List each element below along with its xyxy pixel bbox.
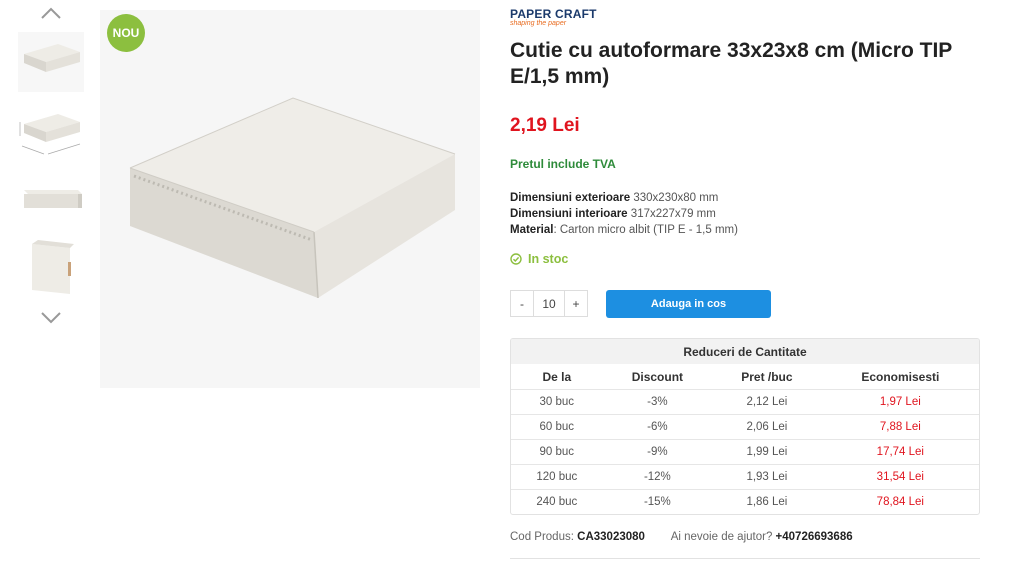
chevron-down-icon[interactable] xyxy=(39,310,63,330)
table-row: 240 buc -15% 1,86 Lei 78,84 Lei xyxy=(511,489,979,514)
thumbnail-1[interactable] xyxy=(18,32,84,92)
thumbnail-3[interactable] xyxy=(18,170,84,230)
check-circle-icon xyxy=(510,253,522,265)
cell-savings: 1,97 Lei xyxy=(879,396,921,408)
spec-row: Dimensiuni exterioare 330x230x80 mm xyxy=(510,190,738,206)
quantity-input[interactable]: 10 xyxy=(533,291,565,316)
cell-unit-price: 1,86 Lei xyxy=(746,496,788,508)
spec-row: Material: Carton micro albit (TIP E - 1,… xyxy=(510,224,738,236)
product-code-value: CA33023080 xyxy=(577,531,645,543)
vat-note: Pretul include TVA xyxy=(510,157,616,171)
cell-quantity: 90 buc xyxy=(539,446,575,458)
product-code-label: Cod Produs: xyxy=(510,531,574,543)
quantity-stepper: - 10 + xyxy=(510,290,588,317)
column-header: Discount xyxy=(631,369,684,384)
stock-label: In stoc xyxy=(528,252,569,266)
stock-status: In stoc xyxy=(510,252,568,266)
spec-row: Dimensiuni interioare 317x227x79 mm xyxy=(510,206,738,222)
brand-logo[interactable]: PAPER CRAFT shaping the paper xyxy=(510,8,597,28)
thumbnail-2[interactable] xyxy=(18,104,84,164)
new-badge: NOU xyxy=(107,14,145,52)
help-label: Ai nevoie de ajutor? xyxy=(670,531,773,543)
table-header-row: De la Discount Pret /buc Economisesti xyxy=(511,364,979,389)
cell-savings: 78,84 Lei xyxy=(876,496,924,508)
quantity-decrease-button[interactable]: - xyxy=(511,291,533,316)
cell-discount: -15% xyxy=(643,496,671,508)
brand-name: PAPER CRAFT xyxy=(510,7,597,21)
discounts-title: Reduceri de Cantitate xyxy=(511,339,979,364)
cell-quantity: 240 buc xyxy=(536,496,578,508)
add-to-cart-button[interactable]: Adauga in cos xyxy=(606,290,771,318)
thumbnail-gallery xyxy=(15,0,87,340)
product-title: Cutie cu autoformare 33x23x8 cm (Micro T… xyxy=(510,39,952,88)
product-main-image[interactable] xyxy=(100,10,480,388)
divider xyxy=(510,558,980,559)
spec-label: Dimensiuni exterioare xyxy=(510,192,631,204)
table-row: 120 buc -12% 1,93 Lei 31,54 Lei xyxy=(511,464,979,489)
brand-tagline: shaping the paper xyxy=(510,20,567,27)
spec-label: Dimensiuni interioare xyxy=(510,208,628,220)
cell-discount: -12% xyxy=(643,471,671,483)
spec-value: 330x230x80 mm xyxy=(633,192,719,204)
chevron-up-icon[interactable] xyxy=(39,6,63,26)
cell-discount: -6% xyxy=(647,421,668,433)
thumbnail-4[interactable] xyxy=(18,238,84,298)
cell-savings: 31,54 Lei xyxy=(876,471,924,483)
table-row: 60 buc -6% 2,06 Lei 7,88 Lei xyxy=(511,414,979,439)
product-specs: Dimensiuni exterioare 330x230x80 mm Dime… xyxy=(510,190,738,238)
cell-savings: 7,88 Lei xyxy=(879,421,921,433)
column-header: Economisesti xyxy=(861,369,940,384)
cell-discount: -9% xyxy=(647,446,668,458)
cell-unit-price: 2,12 Lei xyxy=(746,396,788,408)
spec-value: Carton micro albit (TIP E - 1,5 mm) xyxy=(559,224,738,236)
product-code-and-help: Cod Produs: CA33023080 Ai nevoie de ajut… xyxy=(510,531,853,543)
help-phone-link[interactable]: +40726693686 xyxy=(776,531,853,543)
column-header: De la xyxy=(542,369,572,384)
table-row: 30 buc -3% 2,12 Lei 1,97 Lei xyxy=(511,389,979,414)
cell-unit-price: 1,99 Lei xyxy=(746,446,788,458)
cell-savings: 17,74 Lei xyxy=(876,446,924,458)
cell-unit-price: 1,93 Lei xyxy=(746,471,788,483)
spec-label: Material xyxy=(510,224,554,236)
cell-quantity: 30 buc xyxy=(539,396,575,408)
table-row: 90 buc -9% 1,99 Lei 17,74 Lei xyxy=(511,439,979,464)
quantity-discounts-table: Reduceri de Cantitate De la Discount Pre… xyxy=(510,338,980,515)
cell-quantity: 60 buc xyxy=(539,421,575,433)
spec-value: 317x227x79 mm xyxy=(630,208,716,220)
product-price: 2,19 Lei xyxy=(510,115,580,136)
quantity-increase-button[interactable]: + xyxy=(565,291,587,316)
cell-quantity: 120 buc xyxy=(536,471,578,483)
cell-discount: -3% xyxy=(647,396,668,408)
column-header: Pret /buc xyxy=(741,369,793,384)
cell-unit-price: 2,06 Lei xyxy=(746,421,788,433)
